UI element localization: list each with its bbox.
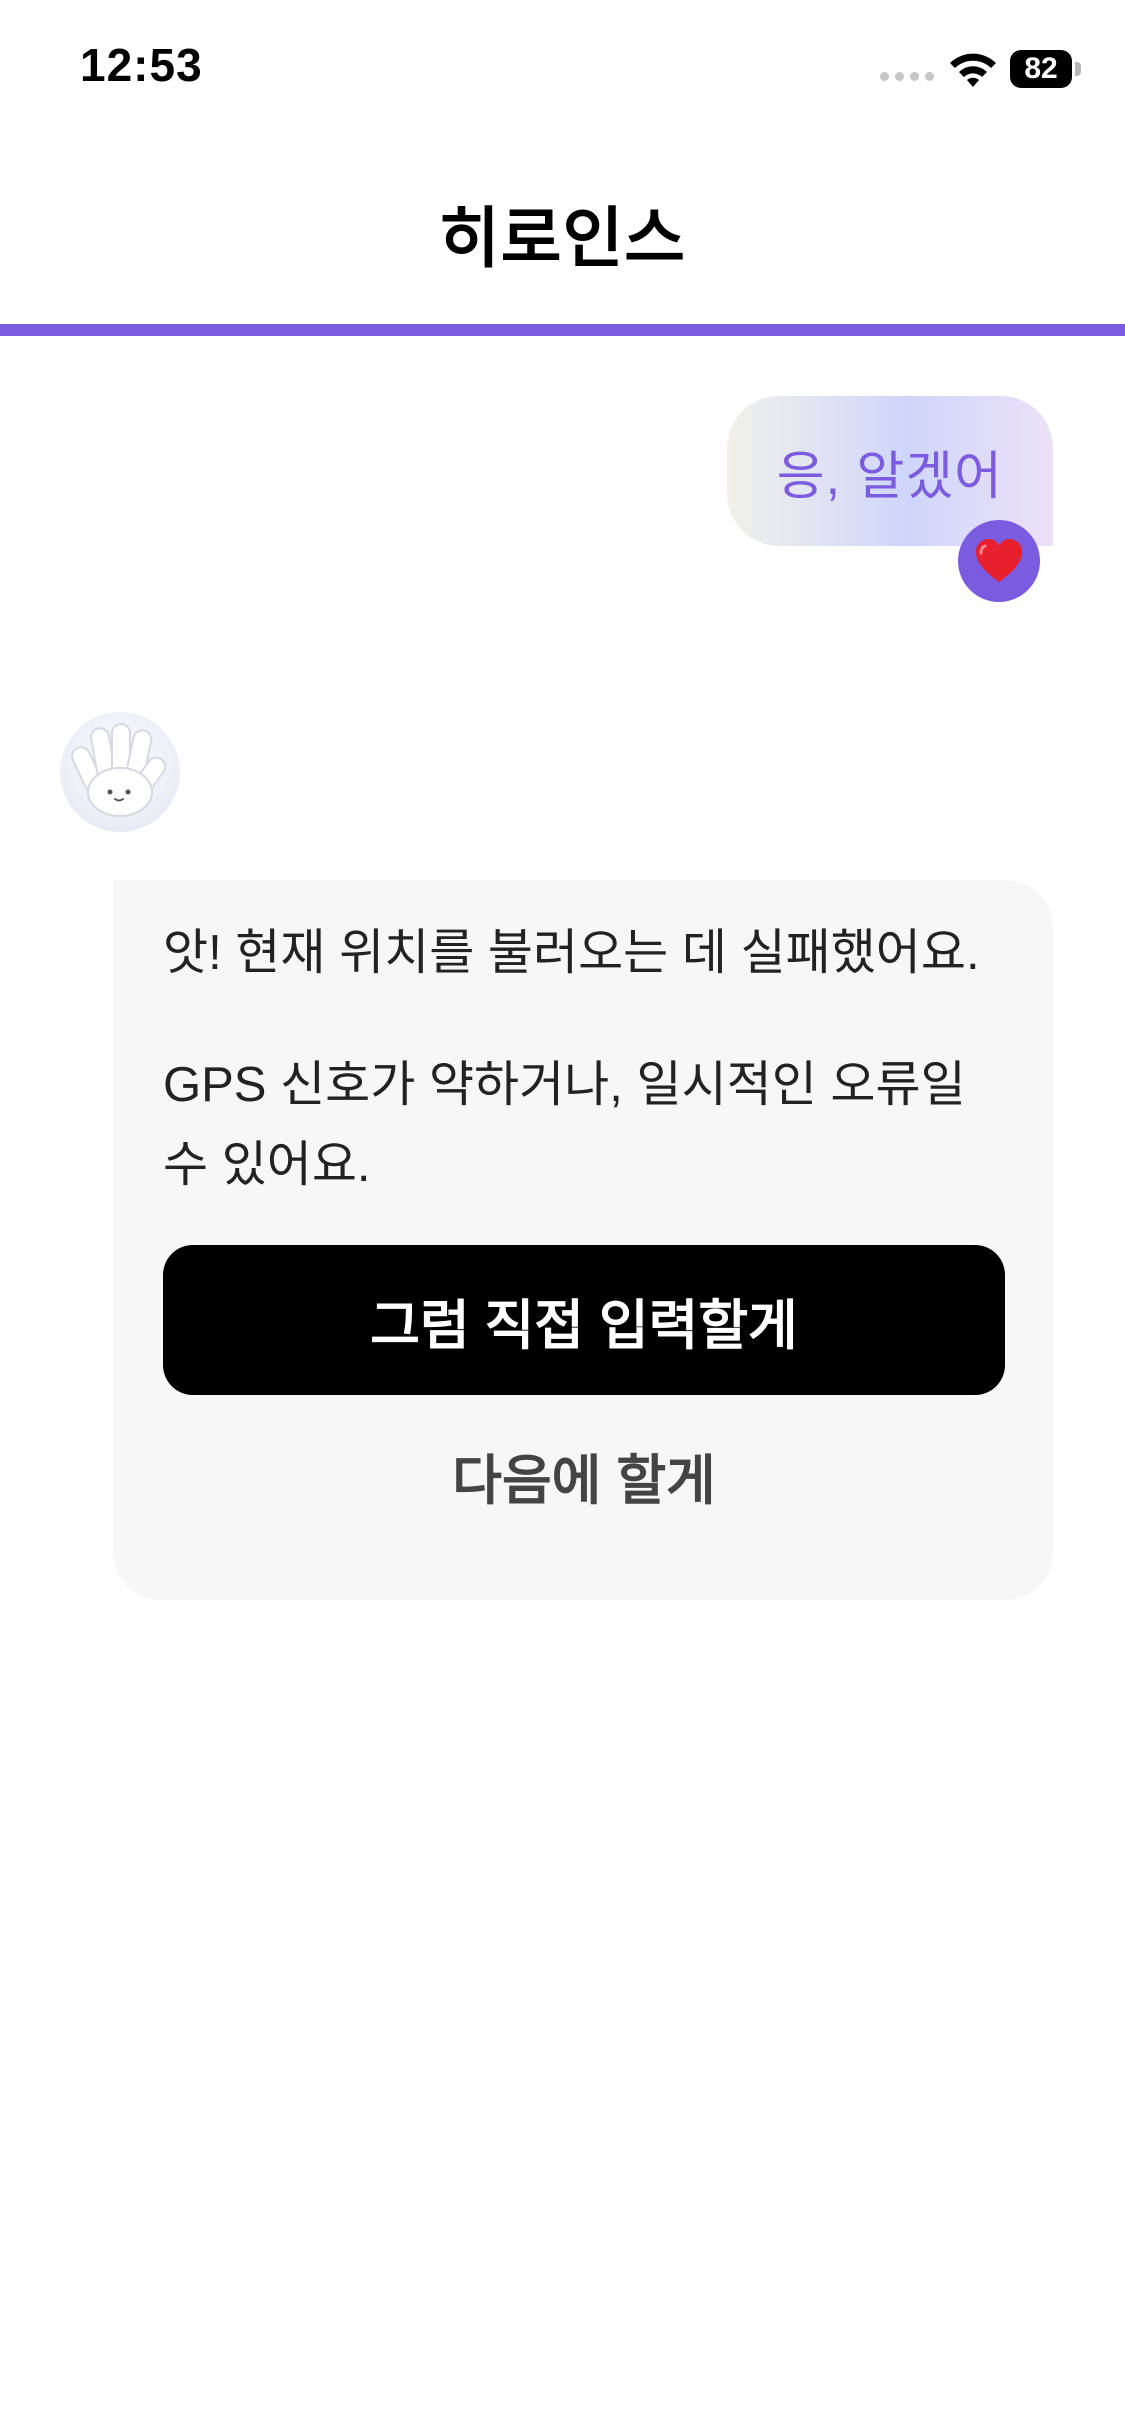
user-message-text: 응, 알겠어 — [776, 447, 1003, 506]
cellular-signal-icon — [880, 72, 934, 86]
bot-message-text: GPS 신호가 약하거나, 일시적인 오류일 수 있어요. — [163, 1058, 966, 1192]
battery-level: 82 — [1010, 50, 1072, 88]
bot-message-card: 앗! 현재 위치를 불러오는 데 실패했어요. GPS 신호가 약하거나, 일시… — [113, 880, 1053, 1600]
progress-bar — [0, 324, 1125, 336]
manual-input-button[interactable]: 그럼 직접 입력할게 — [163, 1245, 1005, 1395]
battery-icon: 82 — [1010, 50, 1081, 88]
glove-icon — [71, 723, 167, 817]
progress-bar-fill — [0, 324, 1125, 336]
page-title: 히로인스 — [439, 200, 686, 275]
later-button[interactable]: 다음에 할게 — [163, 1420, 1005, 1530]
status-time: 12:53 — [80, 39, 203, 91]
reaction-badge[interactable] — [958, 520, 1040, 602]
app-header: 히로인스 — [0, 140, 1125, 325]
wifi-icon — [950, 53, 996, 87]
bot-message-text: 앗! 현재 위치를 불러오는 데 실패했어요. — [163, 926, 980, 980]
heart-icon — [976, 539, 1022, 582]
glove-mascot-avatar — [60, 712, 180, 832]
chat-screen: 12:53 82 히로인스 응, 알겠어 앗! 현재 위치를 불러오는 데 실패… — [0, 0, 1125, 2436]
status-bar: 12:53 82 — [0, 0, 1125, 140]
